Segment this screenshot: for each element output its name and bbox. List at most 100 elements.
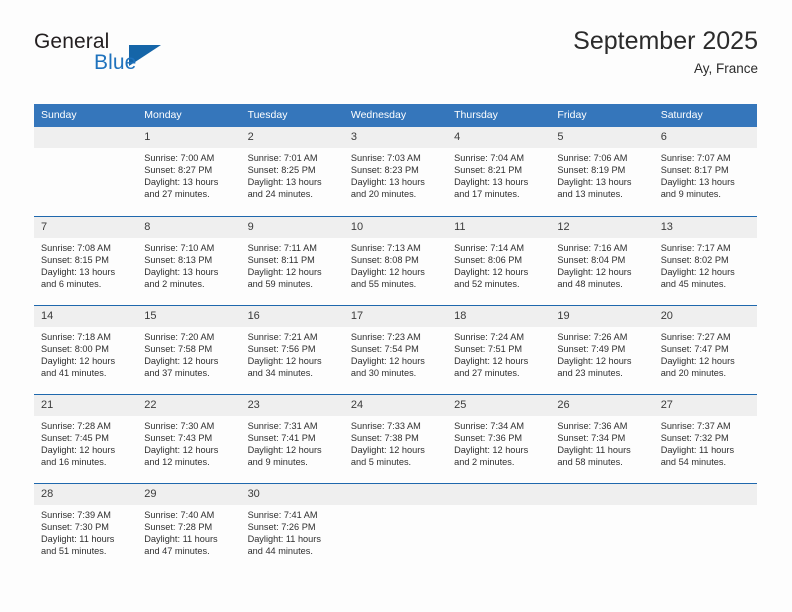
sunrise-line: Sunrise: 7:06 AM [557, 153, 628, 163]
calendar-day-cell[interactable]: 29 Sunrise: 7:40 AM Sunset: 7:28 PM Dayligh… [137, 484, 241, 572]
sunrise-line: Sunrise: 7:00 AM [144, 153, 215, 163]
sunrise-line: Sunrise: 7:11 AM [247, 243, 317, 253]
sunset-line: Sunset: 8:17 PM [660, 165, 729, 176]
calendar-day-cell[interactable]: 25 Sunrise: 7:34 AM Sunset: 7:36 PM Dayligh… [447, 395, 551, 483]
calendar-day-cell[interactable]: 14 Sunrise: 7:18 AM Sunset: 8:00 PM Dayligh… [34, 306, 138, 394]
sunset-line: Sunset: 8:25 PM [247, 165, 316, 176]
sunset-line: Sunset: 8:08 PM [350, 255, 419, 266]
calendar-grid: Sunday Monday Tuesday Wednesday Thursday… [34, 104, 757, 572]
calendar-day-cell[interactable]: 21 Sunrise: 7:28 AM Sunset: 7:45 PM Dayligh… [34, 395, 138, 483]
calendar-day-cell[interactable]: 28 Sunrise: 7:39 AM Sunset: 7:30 PM Dayligh… [34, 484, 138, 572]
calendar-day-cell[interactable]: 11 Sunrise: 7:14 AM Sunset: 8:06 PM Dayligh… [447, 217, 551, 305]
day-number: 25 [447, 395, 551, 416]
calendar-day-cell-empty [447, 484, 551, 572]
calendar-day-cell[interactable]: 17 Sunrise: 7:23 AM Sunset: 7:54 PM Dayligh… [343, 306, 448, 394]
calendar-day-cell[interactable]: 19 Sunrise: 7:26 AM Sunset: 7:49 PM Dayligh… [550, 306, 654, 394]
sunrise-line: Sunrise: 7:01 AM [247, 153, 318, 163]
day-sun-info: Sunrise: 7:00 AM Sunset: 8:27 PM Daylight:… [137, 148, 240, 200]
calendar-day-cell[interactable]: 10 Sunrise: 7:13 AM Sunset: 8:08 PM Dayligh… [343, 217, 448, 305]
day-sun-info: Sunrise: 7:24 AM Sunset: 7:51 PM Daylight:… [447, 327, 550, 379]
sunset-line: Sunset: 7:26 PM [247, 522, 316, 533]
calendar-day-cell[interactable]: 6 Sunrise: 7:07 AM Sunset: 8:17 PM Daylight… [653, 127, 757, 216]
sunrise-line: Sunrise: 7:26 AM [557, 332, 628, 342]
calendar-day-cell[interactable]: 27 Sunrise: 7:37 AM Sunset: 7:32 PM Dayligh… [653, 395, 757, 483]
sunset-line: Sunset: 7:47 PM [660, 344, 729, 355]
calendar-day-cell-empty [550, 484, 654, 572]
day-number: 6 [653, 127, 757, 148]
daylight-minutes-line: and 5 minutes. [350, 457, 412, 468]
sunrise-line: Sunrise: 7:07 AM [660, 153, 731, 163]
sunset-line: Sunset: 7:38 PM [350, 433, 419, 444]
daylight-line: Daylight: 13 hours [454, 177, 529, 188]
calendar-day-cell[interactable]: 8 Sunrise: 7:10 AM Sunset: 8:13 PM Daylight… [137, 217, 241, 305]
calendar-page: General Blue September 2025 Ay, France S… [0, 0, 792, 612]
daylight-minutes-line: and 48 minutes. [557, 279, 623, 290]
day-number: 11 [447, 217, 551, 238]
day-number: 29 [137, 484, 241, 505]
day-number [34, 127, 138, 148]
daylight-minutes-line: and 47 minutes. [144, 546, 210, 557]
daylight-minutes-line: and 9 minutes. [660, 189, 721, 200]
day-sun-info: Sunrise: 7:37 AM Sunset: 7:32 PM Daylight:… [654, 416, 757, 468]
daylight-minutes-line: and 24 minutes. [247, 189, 313, 200]
sunset-line: Sunset: 8:00 PM [41, 344, 109, 355]
day-sun-info: Sunrise: 7:23 AM Sunset: 7:54 PM Daylight:… [344, 327, 447, 379]
general-blue-logo: General Blue [34, 30, 174, 86]
daylight-line: Daylight: 12 hours [247, 356, 322, 367]
day-sun-info: Sunrise: 7:40 AM Sunset: 7:28 PM Daylight:… [137, 505, 240, 557]
daylight-minutes-line: and 9 minutes. [247, 457, 308, 468]
daylight-line: Daylight: 12 hours [41, 356, 116, 367]
daylight-line: Daylight: 12 hours [144, 356, 219, 367]
logo-text-blue: Blue [94, 51, 137, 74]
daylight-line: Daylight: 12 hours [350, 356, 425, 367]
day-sun-info: Sunrise: 7:41 AM Sunset: 7:26 PM Daylight:… [241, 505, 344, 557]
calendar-day-cell[interactable]: 18 Sunrise: 7:24 AM Sunset: 7:51 PM Dayligh… [447, 306, 551, 394]
calendar-day-cell[interactable]: 5 Sunrise: 7:06 AM Sunset: 8:19 PM Daylight… [550, 127, 654, 216]
day-sun-info: Sunrise: 7:34 AM Sunset: 7:36 PM Daylight:… [447, 416, 550, 468]
day-number: 27 [653, 395, 757, 416]
daylight-minutes-line: and 13 minutes. [557, 189, 623, 200]
calendar-day-cell[interactable]: 13 Sunrise: 7:17 AM Sunset: 8:02 PM Dayligh… [653, 217, 757, 305]
calendar-week-row: 1 Sunrise: 7:00 AM Sunset: 8:27 PM Daylight… [34, 127, 757, 216]
weekday-header-thursday: Thursday [454, 109, 498, 121]
calendar-day-cell[interactable]: 7 Sunrise: 7:08 AM Sunset: 8:15 PM Daylight… [34, 217, 138, 305]
calendar-day-cell[interactable]: 3 Sunrise: 7:03 AM Sunset: 8:23 PM Daylight… [343, 127, 448, 216]
calendar-day-cell[interactable]: 4 Sunrise: 7:04 AM Sunset: 8:21 PM Daylight… [447, 127, 551, 216]
daylight-line: Daylight: 13 hours [350, 177, 425, 188]
day-number: 12 [550, 217, 654, 238]
weekday-header-saturday: Saturday [660, 109, 703, 121]
daylight-minutes-line: and 55 minutes. [350, 279, 417, 290]
day-sun-info: Sunrise: 7:18 AM Sunset: 8:00 PM Daylight:… [34, 327, 137, 379]
sunrise-line: Sunrise: 7:30 AM [144, 421, 215, 431]
sunrise-line: Sunrise: 7:24 AM [454, 332, 525, 342]
calendar-day-cell[interactable]: 16 Sunrise: 7:21 AM Sunset: 7:56 PM Dayligh… [240, 306, 344, 394]
calendar-day-cell[interactable]: 26 Sunrise: 7:36 AM Sunset: 7:34 PM Dayligh… [550, 395, 654, 483]
day-sun-info: Sunrise: 7:31 AM Sunset: 7:41 PM Daylight:… [241, 416, 344, 468]
day-number: 10 [343, 217, 448, 238]
calendar-day-cell[interactable]: 15 Sunrise: 7:20 AM Sunset: 7:58 PM Dayligh… [137, 306, 241, 394]
calendar-day-cell[interactable]: 1 Sunrise: 7:00 AM Sunset: 8:27 PM Daylight… [137, 127, 241, 216]
day-number [447, 484, 551, 505]
weekday-header-sunday: Sunday [41, 109, 77, 121]
day-number: 23 [240, 395, 344, 416]
calendar-day-cell[interactable]: 24 Sunrise: 7:33 AM Sunset: 7:38 PM Dayligh… [343, 395, 448, 483]
daylight-minutes-line: and 6 minutes. [41, 279, 102, 290]
calendar-day-cell[interactable]: 23 Sunrise: 7:31 AM Sunset: 7:41 PM Dayligh… [240, 395, 344, 483]
sunrise-line: Sunrise: 7:20 AM [144, 332, 215, 342]
calendar-day-cell[interactable]: 20 Sunrise: 7:27 AM Sunset: 7:47 PM Dayligh… [653, 306, 757, 394]
calendar-day-cell[interactable]: 9 Sunrise: 7:11 AM Sunset: 8:11 PM Daylight… [240, 217, 344, 305]
day-sun-info: Sunrise: 7:28 AM Sunset: 7:45 PM Daylight:… [34, 416, 137, 468]
daylight-minutes-line: and 16 minutes. [41, 457, 107, 468]
calendar-day-cell[interactable]: 30 Sunrise: 7:41 AM Sunset: 7:26 PM Dayligh… [240, 484, 344, 572]
calendar-day-cell[interactable]: 2 Sunrise: 7:01 AM Sunset: 8:25 PM Daylight… [240, 127, 344, 216]
calendar-day-cell[interactable]: 22 Sunrise: 7:30 AM Sunset: 7:43 PM Dayligh… [137, 395, 241, 483]
day-number: 16 [240, 306, 344, 327]
day-number: 17 [343, 306, 448, 327]
day-sun-info: Sunrise: 7:07 AM Sunset: 8:17 PM Daylight:… [654, 148, 757, 200]
calendar-week-row: 21 Sunrise: 7:28 AM Sunset: 7:45 PM Dayligh… [34, 394, 757, 483]
daylight-line: Daylight: 11 hours [660, 445, 735, 456]
daylight-line: Daylight: 12 hours [350, 445, 425, 456]
daylight-line: Daylight: 11 hours [41, 534, 115, 545]
calendar-day-cell[interactable]: 12 Sunrise: 7:16 AM Sunset: 8:04 PM Dayligh… [550, 217, 654, 305]
sunset-line: Sunset: 7:56 PM [247, 344, 316, 355]
